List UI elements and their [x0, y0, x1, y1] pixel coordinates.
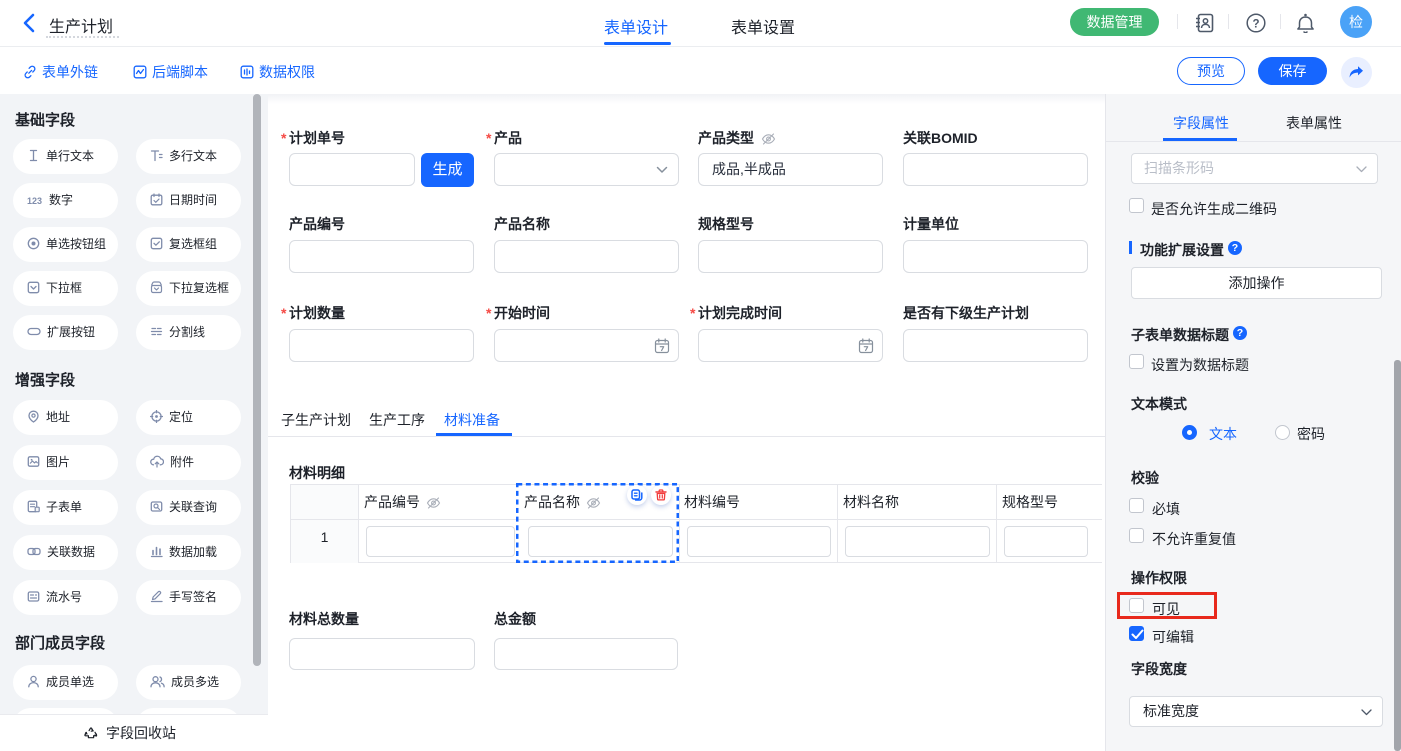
svg-text:?: ?: [1252, 18, 1259, 30]
